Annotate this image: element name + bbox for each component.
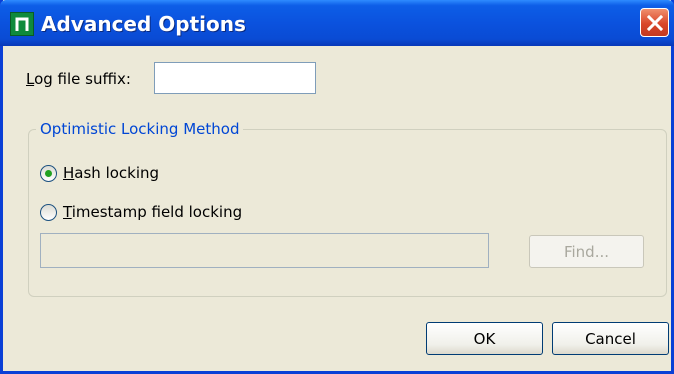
log-file-suffix-label: Log file suffix: xyxy=(26,70,131,88)
title-bar[interactable]: Advanced Options xyxy=(0,0,674,46)
locking-method-legend: Optimistic Locking Method xyxy=(36,120,244,138)
log-file-suffix-input[interactable] xyxy=(154,62,316,94)
radio-unselected-icon[interactable] xyxy=(40,203,57,221)
close-icon xyxy=(646,14,663,31)
find-button[interactable]: Find... xyxy=(529,235,644,268)
window-title: Advanced Options xyxy=(41,12,246,36)
ok-button[interactable]: OK xyxy=(426,322,543,355)
cancel-button[interactable]: Cancel xyxy=(552,322,669,355)
timestamp-locking-radio[interactable]: Timestamp field locking xyxy=(40,203,242,221)
hash-locking-label: Hash locking xyxy=(63,164,160,182)
close-button[interactable] xyxy=(640,8,669,37)
timestamp-locking-label: Timestamp field locking xyxy=(63,203,243,221)
hash-locking-radio[interactable]: Hash locking xyxy=(40,164,159,182)
app-n-icon xyxy=(10,12,34,36)
timestamp-field-input[interactable] xyxy=(40,233,489,268)
radio-selected-icon[interactable] xyxy=(40,164,57,182)
advanced-options-dialog: Advanced Options Log file suffix: Optimi… xyxy=(0,0,674,374)
